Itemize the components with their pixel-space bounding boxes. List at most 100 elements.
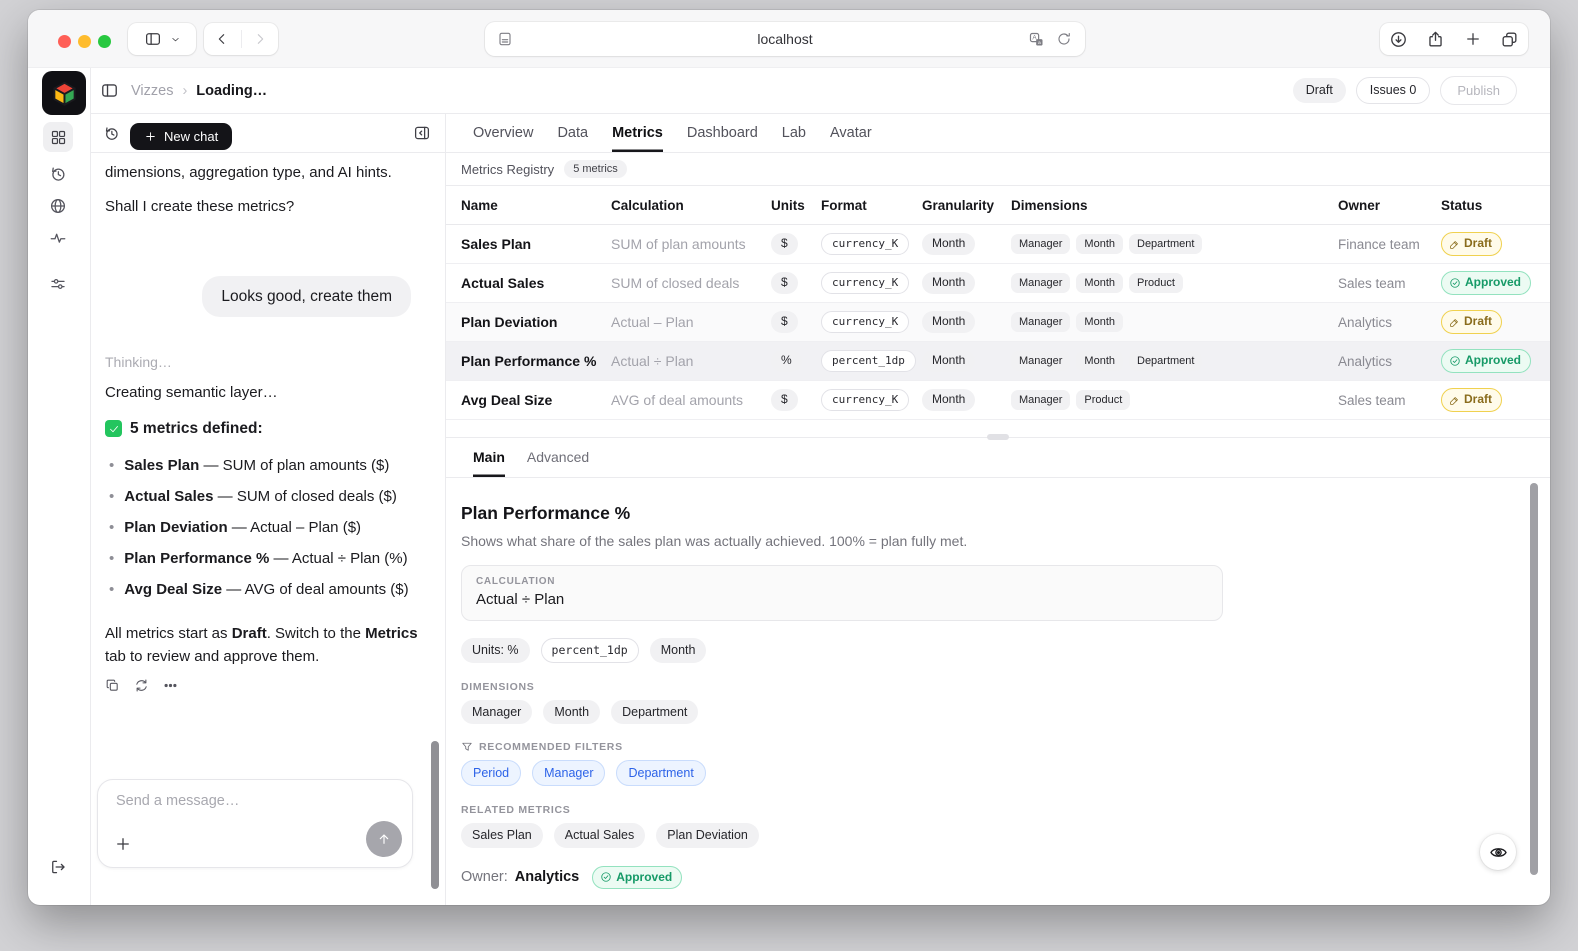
metric-description: Shows what share of the sales plan was a… — [461, 533, 968, 549]
tab-overview[interactable]: Overview — [473, 114, 533, 152]
draft-status-badge: Draft — [1292, 78, 1346, 103]
col-units: Units — [771, 197, 805, 213]
tab-data[interactable]: Data — [557, 114, 588, 152]
metric-owner: Analytics — [1338, 314, 1393, 330]
main-scrollbar[interactable] — [1530, 483, 1538, 875]
tab-avatar[interactable]: Avatar — [830, 114, 872, 152]
zoom-window-button[interactable] — [98, 35, 111, 48]
activity-icon[interactable] — [49, 229, 67, 247]
tab-metrics[interactable]: Metrics — [612, 114, 663, 152]
status-badge[interactable]: Approved — [592, 865, 683, 890]
rail-item-apps[interactable] — [43, 122, 73, 152]
translate-icon[interactable]: Aa — [1028, 31, 1045, 48]
issues-badge[interactable]: Issues 0 — [1355, 77, 1431, 104]
close-window-button[interactable] — [58, 35, 71, 48]
col-name: Name — [461, 197, 498, 213]
related-metric-chip[interactable]: Plan Deviation — [656, 823, 759, 848]
col-format: Format — [821, 197, 867, 213]
chat-history-icon[interactable] — [103, 125, 120, 142]
granularity-chip: Month — [922, 272, 976, 294]
table-row-selected[interactable]: Plan Performance % Actual ÷ Plan % perce… — [446, 342, 1550, 381]
list-item: • Sales Plan — SUM of plan amounts ($) — [109, 454, 431, 477]
more-options-icon[interactable] — [163, 678, 178, 693]
forward-icon[interactable] — [242, 31, 279, 47]
breadcrumb: Vizzes › Loading… — [131, 83, 267, 99]
user-message-bubble: Looks good, create them — [202, 276, 411, 317]
format-chip: currency_K — [821, 232, 910, 256]
sliders-icon[interactable] — [49, 275, 67, 293]
tab-main[interactable]: Main — [473, 437, 505, 477]
col-dimensions: Dimensions — [1011, 197, 1088, 213]
app-logo[interactable] — [42, 71, 86, 115]
chat-scrollbar[interactable] — [431, 741, 439, 889]
publish-button[interactable]: Publish — [1440, 76, 1517, 105]
status-badge[interactable]: Draft — [1441, 310, 1503, 334]
tab-lab[interactable]: Lab — [782, 114, 806, 152]
related-metric-chip[interactable]: Actual Sales — [553, 823, 646, 848]
browser-nav-buttons — [204, 23, 278, 55]
assistant-message: dimensions, aggregation type, and AI hin… — [105, 164, 392, 181]
granularity-chip: Month — [922, 350, 976, 372]
list-item: • Actual Sales — SUM of closed deals ($) — [109, 485, 431, 508]
address-bar[interactable]: localhost Aa — [485, 22, 1085, 56]
history-icon[interactable] — [49, 165, 67, 183]
assistant-message: Shall I create these metrics? — [105, 198, 295, 215]
table-row[interactable]: Actual Sales SUM of closed deals $ curre… — [446, 264, 1550, 303]
send-button[interactable] — [366, 821, 402, 857]
draft-pencil-icon — [1449, 395, 1460, 406]
downloads-icon[interactable] — [1380, 30, 1417, 49]
svg-text:a: a — [1038, 40, 1041, 45]
tab-dashboard[interactable]: Dashboard — [687, 114, 758, 152]
status-badge[interactable]: Draft — [1441, 232, 1503, 256]
copy-icon[interactable] — [105, 678, 120, 693]
check-emoji-icon — [105, 420, 122, 437]
format-chip: currency_K — [821, 388, 910, 412]
chat-transcript[interactable]: dimensions, aggregation type, and AI hin… — [91, 153, 445, 779]
dimension-chip: Manager — [1011, 311, 1071, 333]
panel-toggle-icon[interactable] — [100, 81, 119, 100]
collapse-panel-icon[interactable] — [413, 124, 431, 142]
related-label: RELATED METRICS — [461, 804, 571, 817]
table-row[interactable]: Plan Deviation Actual – Plan $ currency_… — [446, 303, 1550, 342]
reader-icon[interactable] — [497, 31, 513, 47]
message-input[interactable] — [114, 792, 384, 810]
draft-pencil-icon — [1449, 317, 1460, 328]
tab-advanced[interactable]: Advanced — [527, 437, 589, 477]
status-badge[interactable]: Approved — [1441, 271, 1532, 295]
status-badge[interactable]: Draft — [1441, 388, 1503, 412]
plus-icon — [144, 130, 157, 143]
minimize-window-button[interactable] — [78, 35, 91, 48]
table-row[interactable]: Avg Deal Size AVG of deal amounts $ curr… — [446, 381, 1550, 420]
back-icon[interactable] — [204, 31, 241, 47]
tab-overview-icon[interactable] — [1491, 30, 1528, 49]
format-chip: percent_1dp — [540, 638, 639, 663]
metric-detail-title: Plan Performance % — [461, 503, 631, 523]
metric-name: Actual Sales — [461, 275, 545, 291]
filter-chip[interactable]: Period — [461, 760, 522, 787]
table-row[interactable]: Sales Plan SUM of plan amounts $ currenc… — [446, 225, 1550, 264]
related-metric-chip[interactable]: Sales Plan — [461, 823, 543, 848]
format-chip: currency_K — [821, 310, 910, 334]
dimension-chip: Department — [1129, 350, 1203, 372]
logout-icon[interactable] — [49, 858, 67, 876]
status-badge[interactable]: Approved — [1441, 349, 1532, 373]
attach-plus-icon[interactable] — [114, 835, 132, 853]
share-icon[interactable] — [1417, 30, 1454, 49]
message-actions — [105, 678, 431, 693]
reload-icon[interactable] — [1056, 31, 1072, 47]
dimension-chip: Month — [543, 699, 601, 725]
filter-chip[interactable]: Manager — [532, 760, 606, 787]
new-tab-icon[interactable] — [1454, 30, 1491, 48]
owner-row: Owner: Analytics Approved — [461, 865, 1520, 890]
metric-name: Plan Deviation — [461, 314, 558, 330]
filter-chip[interactable]: Department — [616, 760, 706, 787]
regenerate-icon[interactable] — [134, 678, 149, 693]
new-chat-button[interactable]: New chat — [130, 123, 233, 150]
preview-eye-button[interactable] — [1480, 834, 1516, 870]
breadcrumb-section[interactable]: Vizzes — [131, 83, 173, 99]
browser-sidebar-button[interactable] — [128, 23, 196, 55]
new-chat-label: New chat — [164, 129, 219, 144]
bullet-dot: • — [109, 488, 115, 505]
approved-check-icon — [1449, 355, 1461, 367]
globe-icon[interactable] — [49, 197, 67, 215]
